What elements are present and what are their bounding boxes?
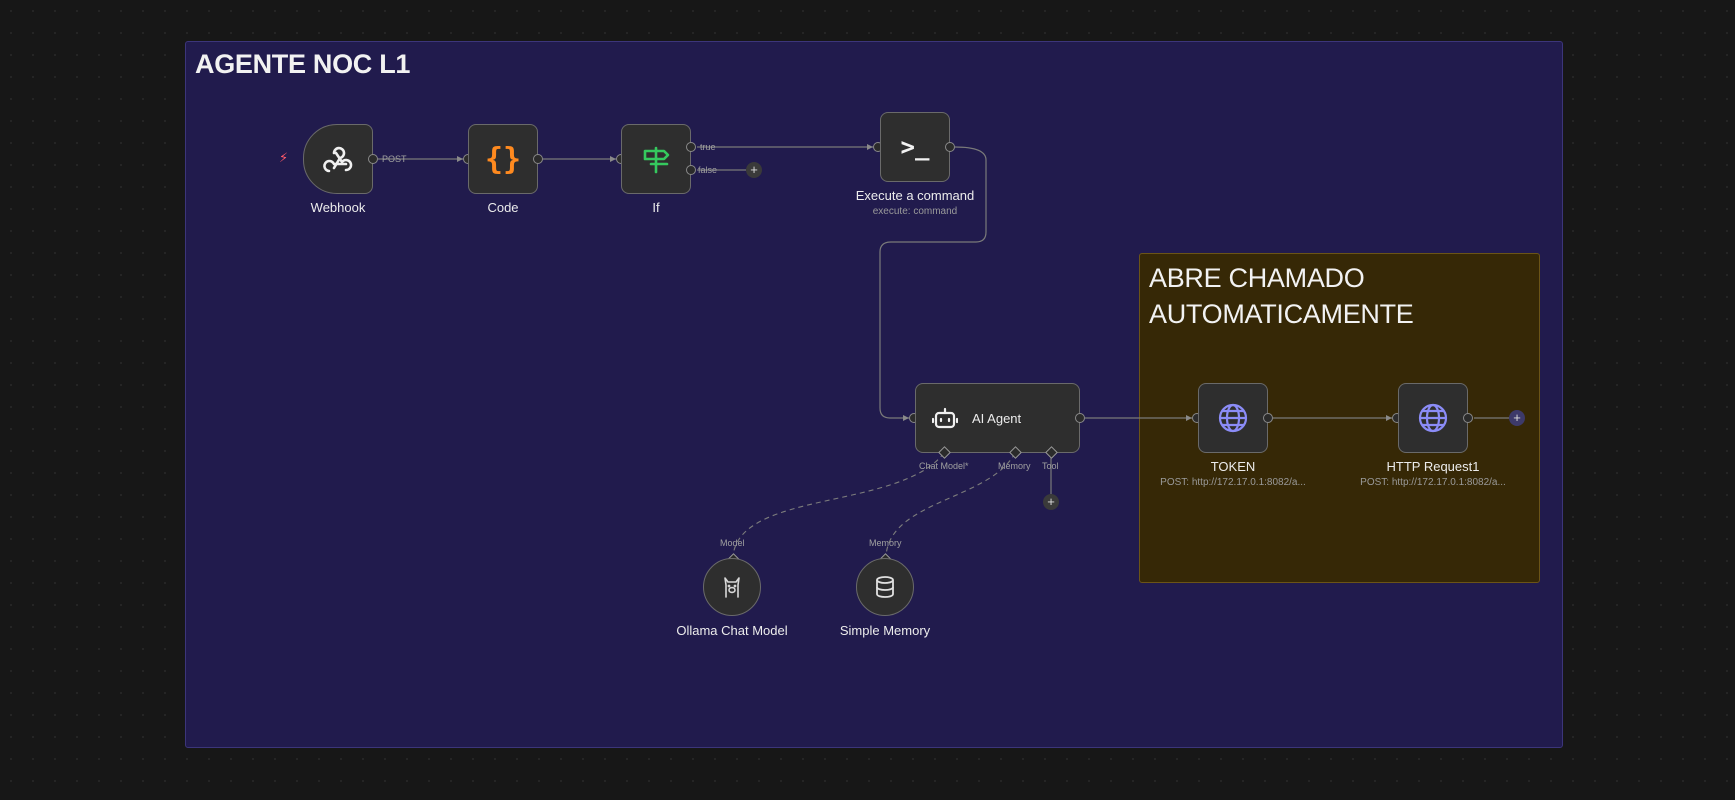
trigger-bolt-icon: ⚡	[279, 150, 289, 165]
output-port[interactable]	[368, 154, 378, 164]
connection-model-agent	[732, 452, 945, 557]
node-label-simple-memory: Simple Memory	[839, 623, 931, 638]
simple-memory-node[interactable]	[856, 558, 914, 616]
add-tool-button[interactable]: +	[1043, 494, 1059, 510]
output-port-true[interactable]	[686, 142, 696, 152]
node-label-ai-agent: AI Agent	[972, 410, 1022, 426]
node-subtitle-http: POST: http://172.17.0.1:8082/a...	[1360, 477, 1506, 488]
node-label-if: If	[652, 200, 660, 215]
code-braces-icon: {}	[484, 141, 522, 177]
robot-icon	[932, 407, 958, 429]
terminal-icon: >_	[900, 133, 930, 161]
add-node-button[interactable]: +	[746, 162, 762, 178]
port-label-memory-node: Memory	[869, 538, 902, 548]
globe-icon	[1218, 403, 1248, 433]
output-label-true: true	[700, 142, 716, 152]
output-port[interactable]	[945, 142, 955, 152]
database-icon	[876, 576, 894, 598]
if-node[interactable]	[621, 124, 691, 194]
port-label-model: Model	[720, 538, 745, 548]
node-label-code: Code	[487, 200, 519, 215]
node-label-execute: Execute a command	[855, 188, 975, 203]
execute-command-node[interactable]: >_	[880, 112, 950, 182]
output-label-post: POST	[382, 154, 407, 164]
node-label-http: HTTP Request1	[1386, 459, 1480, 474]
output-port-false[interactable]	[686, 165, 696, 175]
webhook-node[interactable]	[303, 124, 373, 194]
code-node[interactable]: {}	[468, 124, 538, 194]
node-label-token: TOKEN	[1210, 459, 1256, 474]
webhook-icon	[323, 146, 353, 173]
output-port[interactable]	[1463, 413, 1473, 423]
node-label-webhook: Webhook	[310, 200, 366, 215]
output-port[interactable]	[1075, 413, 1085, 423]
globe-icon	[1418, 403, 1448, 433]
node-subtitle-execute: execute: command	[872, 206, 958, 217]
signpost-icon	[643, 146, 670, 174]
output-label-false: false	[698, 165, 718, 175]
ollama-chat-model-node[interactable]	[703, 558, 761, 616]
node-subtitle-token: POST: http://172.17.0.1:8082/a...	[1160, 477, 1306, 488]
http-request-node[interactable]	[1398, 383, 1468, 453]
add-node-button[interactable]: +	[1509, 410, 1525, 426]
port-label-chat-model: Chat Model*	[919, 461, 969, 471]
ai-agent-node[interactable]: AI Agent	[915, 383, 1080, 453]
output-port[interactable]	[1263, 413, 1273, 423]
llama-icon	[724, 577, 740, 598]
token-node[interactable]	[1198, 383, 1268, 453]
connections-layer	[378, 144, 1509, 557]
output-port[interactable]	[533, 154, 543, 164]
port-label-tool: Tool	[1042, 461, 1059, 471]
node-label-ollama: Ollama Chat Model	[676, 623, 788, 638]
port-label-memory: Memory	[998, 461, 1031, 471]
